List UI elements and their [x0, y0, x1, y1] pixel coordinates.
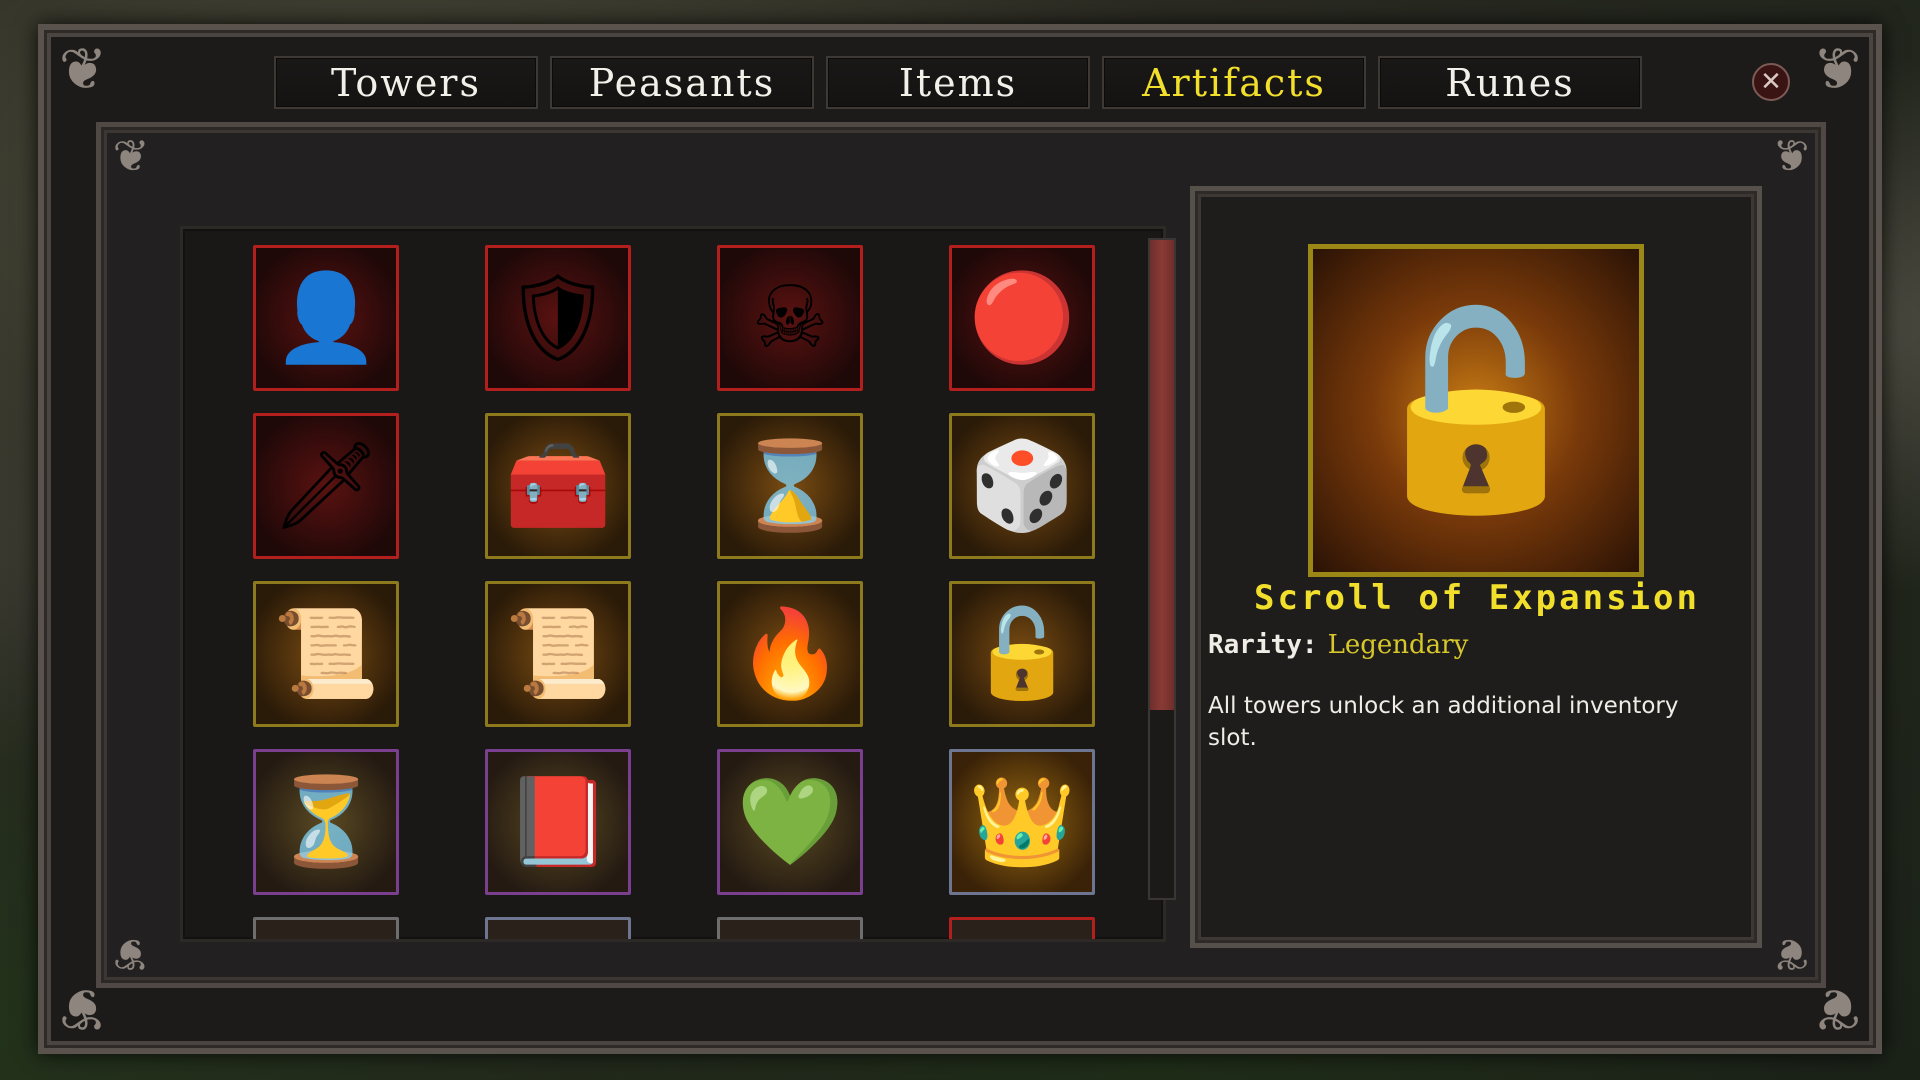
treasure-chest-icon: 🧰	[504, 436, 612, 536]
tab-items[interactable]: Items	[826, 56, 1090, 109]
tab-bar: Towers Peasants Items Artifacts Runes	[274, 56, 1642, 109]
artifact-slot[interactable]: 🎲	[949, 413, 1095, 559]
artifact-slot[interactable]: 🛡	[485, 245, 631, 391]
close-button[interactable]: ✕	[1752, 63, 1790, 101]
tab-label: Artifacts	[1142, 60, 1326, 105]
helmet-tome-icon: 📕	[504, 772, 612, 872]
rarity-row: Rarity: Legendary	[1208, 630, 1468, 660]
green-dagger-icon: 🗡	[271, 436, 381, 536]
rune-scroll-icon: 📜	[272, 604, 380, 704]
corner-ornament-icon: ❦	[112, 131, 150, 182]
tab-artifacts[interactable]: Artifacts	[1102, 56, 1366, 109]
artifact-grid: 👤 🛡 ☠ 🔴 🗡 🧰 ⌛ 🎲 📜 📜 🔥 🔓 ⏳ 📕 💚 👑	[180, 226, 1166, 942]
tab-label: Towers	[331, 60, 481, 105]
artifact-name: Scroll of Expansion	[1254, 578, 1700, 618]
selected-artifact-image: 🔓	[1308, 244, 1644, 577]
golden-crown-icon: 👑	[968, 772, 1076, 872]
hooded-figure-icon: 👤	[272, 268, 380, 368]
artifact-slot[interactable]: 🔴	[949, 245, 1095, 391]
artifact-slot[interactable]: 📜	[485, 581, 631, 727]
golden-hourglass-icon: ⏳	[272, 772, 380, 872]
flame-orb-icon: 🔥	[736, 604, 844, 704]
corner-ornament-icon: ❦	[58, 35, 108, 103]
tab-label: Runes	[1445, 60, 1575, 105]
shield-scroll-icon: 📜	[504, 604, 612, 704]
tab-runes[interactable]: Runes	[1378, 56, 1642, 109]
unlock-scroll-icon: 🔓	[968, 604, 1076, 704]
artifact-slot[interactable]: 🔥	[717, 581, 863, 727]
artifact-slot[interactable]	[485, 917, 631, 939]
artifact-slot[interactable]: 🔓	[949, 581, 1095, 727]
artifact-slot[interactable]: 💚	[717, 749, 863, 895]
hourglass-icon: ⌛	[736, 436, 844, 536]
skull-crossbones-icon: ☠	[751, 268, 829, 368]
tab-label: Peasants	[588, 60, 776, 105]
artifact-slot[interactable]: ⌛	[717, 413, 863, 559]
scrollbar-thumb[interactable]	[1150, 240, 1174, 710]
artifact-slot[interactable]: ☠	[717, 245, 863, 391]
corner-ornament-icon: ❦	[1772, 131, 1810, 182]
artifact-slot[interactable]	[717, 917, 863, 939]
tab-peasants[interactable]: Peasants	[550, 56, 814, 109]
tab-towers[interactable]: Towers	[274, 56, 538, 109]
artifact-slot[interactable]	[253, 917, 399, 939]
emerald-amulet-icon: 💚	[736, 772, 844, 872]
artifact-slot[interactable]: 👑	[949, 749, 1095, 895]
artifact-slot[interactable]: 🧰	[485, 413, 631, 559]
red-medallion-icon: 🔴	[968, 268, 1076, 368]
artifact-slot[interactable]: ⏳	[253, 749, 399, 895]
rarity-value: Legendary	[1327, 630, 1469, 660]
cracked-lava-shield-icon: 🛡	[503, 268, 613, 368]
artifact-slot[interactable]: 🗡	[253, 413, 399, 559]
artifact-slot[interactable]: 📜	[253, 581, 399, 727]
rarity-label: Rarity:	[1208, 630, 1318, 660]
artifact-description: All towers unlock an additional inventor…	[1208, 693, 1679, 751]
unlock-scroll-icon: 🔓	[1357, 299, 1595, 521]
corner-ornament-icon: ❦	[112, 928, 150, 979]
tab-label: Items	[898, 60, 1018, 105]
close-icon: ✕	[1760, 67, 1782, 97]
artifact-slot[interactable]: 👤	[253, 245, 399, 391]
artifact-slot[interactable]: 📕	[485, 749, 631, 895]
corner-ornament-icon: ❦	[1772, 928, 1810, 979]
artifact-slot[interactable]	[949, 917, 1095, 939]
dice-icon: 🎲	[968, 436, 1076, 536]
corner-ornament-icon: ❦	[1812, 35, 1862, 103]
